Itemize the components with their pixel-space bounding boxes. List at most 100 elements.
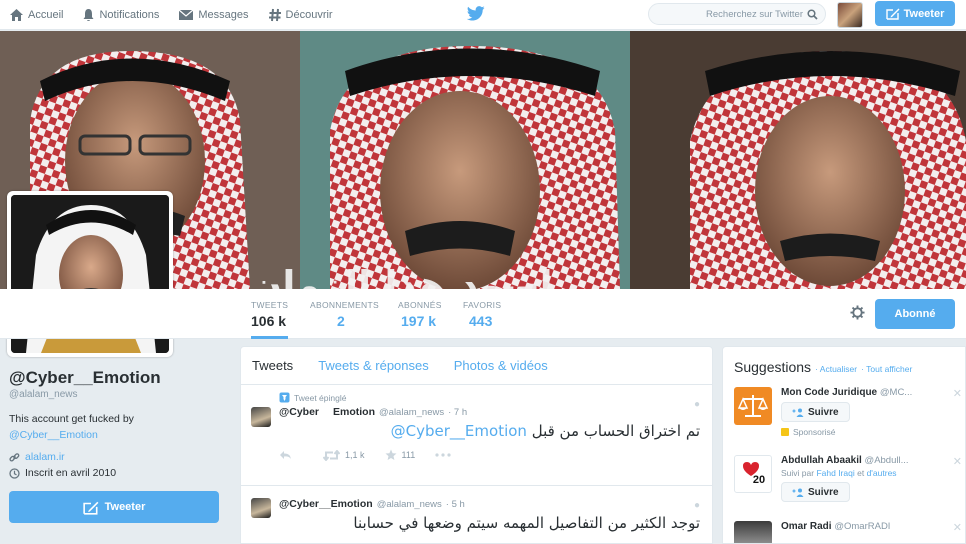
tweet-avatar[interactable] <box>251 407 271 427</box>
nav-messages[interactable]: Messages <box>178 9 249 21</box>
tab-photos-videos[interactable]: Photos & vidéos <box>454 358 548 373</box>
compose-icon <box>82 501 99 515</box>
nav-discover[interactable]: Découvrir <box>268 8 333 22</box>
tweet-text: توجد الكثير من التفاصيل المهمه سيتم وضعه… <box>353 514 700 532</box>
nav-home[interactable]: Accueil <box>9 8 63 22</box>
retweet-action[interactable]: 1,1 k <box>323 449 365 461</box>
retweet-count: 1,1 k <box>345 450 365 460</box>
pinned-label: Tweet épinglé <box>279 385 700 403</box>
stat-following-label: ABONNEMENTS <box>310 300 379 310</box>
tweet-time[interactable]: · 5 h <box>446 499 465 510</box>
tweet-author-name-part1[interactable]: @Cyber <box>279 406 319 418</box>
tweet-author-handle[interactable]: @alalam_news <box>377 499 442 510</box>
suggestion-avatar[interactable]: 20 <box>734 455 772 493</box>
tweet-actions: 1,1 k 111 <box>279 448 700 462</box>
gear-icon[interactable] <box>850 305 865 320</box>
reply-action[interactable] <box>279 450 297 460</box>
nav-notifications[interactable]: Notifications <box>82 8 159 22</box>
suggestion-name-line[interactable]: Abdullah Abaakil @Abdull... <box>781 455 946 466</box>
user-avatar[interactable] <box>837 2 863 28</box>
suggestions-refresh-link[interactable]: · Actualiser <box>815 364 857 374</box>
tweet-time[interactable]: · 7 h <box>448 407 467 418</box>
tweet-options-icon[interactable]: ● <box>694 399 700 410</box>
add-user-icon <box>792 408 804 417</box>
favorite-action[interactable]: 111 <box>385 449 416 461</box>
tab-tweets[interactable]: Tweets <box>252 358 293 373</box>
twitter-bird-logo-icon[interactable] <box>467 6 485 21</box>
following-button[interactable]: Abonné <box>875 299 955 329</box>
hashtag-icon <box>268 8 281 21</box>
stat-following[interactable]: ABONNEMENTS 2 <box>310 300 379 329</box>
dismiss-icon[interactable]: ✕ <box>953 521 962 534</box>
profile-bio: This account get fucked by @Cyber__Emoti… <box>9 411 234 443</box>
more-dots-icon <box>435 453 451 457</box>
stat-followers[interactable]: ABONNÉS 197 k <box>398 300 442 329</box>
stat-favorites-label: FAVORIS <box>463 300 502 310</box>
tweet-to-user-button[interactable]: Tweeter <box>9 491 219 523</box>
suggestion-avatar[interactable] <box>734 387 772 425</box>
promoted-icon <box>781 428 789 436</box>
tweet-text: تم اختراق الحساب من قبل @Cyber__Emotion <box>279 422 700 440</box>
stat-favorites-value: 443 <box>469 313 493 329</box>
search-icon[interactable] <box>807 9 818 20</box>
tweet-author-name[interactable]: @Cyber__Emotion <box>279 498 373 510</box>
tweet-compose-button[interactable]: Tweeter <box>875 1 955 26</box>
suggestions-view-all-link[interactable]: · Tout afficher <box>861 364 912 374</box>
tweet-mention[interactable]: @Cyber__Emotion <box>391 422 527 440</box>
suggestion-name-line[interactable]: Mon Code Juridique @MC... <box>781 387 946 398</box>
followed-by-others[interactable]: d'autres <box>867 468 897 478</box>
followed-by-line: Suivi par Fahd Iraqi et d'autres <box>781 468 946 478</box>
profile-website[interactable]: alalam.ir <box>9 451 234 463</box>
suggestion-avatar[interactable] <box>734 521 772 543</box>
suggestions-title: Suggestions <box>734 359 812 375</box>
stat-tweets-label: TWEETS <box>251 300 289 310</box>
profile-bio-mention[interactable]: @Cyber__Emotion <box>9 427 234 443</box>
followed-by-user[interactable]: Fahd Iraqi <box>816 468 854 478</box>
tweet-author-handle[interactable]: @alalam_news <box>379 407 444 418</box>
profile-card: @Cyber__Emotion @alalam_news This accoun… <box>9 368 234 479</box>
calendar-clock-icon <box>9 467 20 479</box>
search-placeholder: Recherchez sur Twitter <box>706 8 803 20</box>
nav-discover-label: Découvrir <box>285 8 333 21</box>
tweet-avatar[interactable] <box>251 498 271 518</box>
profile-website-link[interactable]: alalam.ir <box>25 451 65 463</box>
dismiss-icon[interactable]: ✕ <box>953 455 962 468</box>
suggestion-name: Mon Code Juridique <box>781 387 878 398</box>
suggestion-handle: @Abdull... <box>864 455 909 466</box>
tweet-pinned[interactable]: Tweet épinglé @Cyber Emotion @alalam_new… <box>241 385 712 486</box>
dismiss-icon[interactable]: ✕ <box>953 387 962 400</box>
stat-favorites[interactable]: FAVORIS 443 <box>463 300 501 329</box>
followed-by-and: et <box>857 468 865 478</box>
suggestion-handle: @MC... <box>879 387 913 398</box>
retweet-icon <box>323 449 340 461</box>
more-action[interactable] <box>435 453 456 457</box>
nav-home-label: Accueil <box>28 8 64 21</box>
tweet-compose-label: Tweeter <box>903 7 945 20</box>
tweet-author-name-part2[interactable]: Emotion <box>333 406 375 418</box>
profile-bio-text: This account get fucked by <box>9 413 134 425</box>
suggestion-name: Omar Radi <box>781 521 832 532</box>
avatar-badge-number: 20 <box>753 474 765 486</box>
star-icon <box>385 449 397 460</box>
profile-handle[interactable]: @alalam_news <box>9 389 234 400</box>
profile-joined-text: Inscrit en avril 2010 <box>25 467 117 479</box>
follow-button[interactable]: Suivre <box>781 482 850 502</box>
nav-notifications-label: Notifications <box>99 8 160 21</box>
suggestion-name-line[interactable]: Omar Radi @OmarRADI <box>781 521 946 532</box>
tweet[interactable]: @Cyber__Emotion @alalam_news · 5 h ● توج… <box>241 486 712 543</box>
stat-following-value: 2 <box>337 313 345 329</box>
profile-stats-bar: TWEETS 106 k ABONNEMENTS 2 ABONNÉS 197 k… <box>0 289 966 339</box>
follow-button-label: Suivre <box>808 406 839 418</box>
follow-button[interactable]: Suivre <box>781 402 850 422</box>
tweet-options-icon[interactable]: ● <box>694 500 700 511</box>
heart-badge-icon: 20 <box>743 462 765 486</box>
stat-followers-value: 197 k <box>401 313 437 329</box>
stat-tweets[interactable]: TWEETS 106 k <box>251 300 289 339</box>
search-input[interactable]: Recherchez sur Twitter <box>648 3 826 25</box>
timeline: Tweets Tweets & réponses Photos & vidéos… <box>240 346 713 544</box>
profile-joined: Inscrit en avril 2010 <box>9 467 234 479</box>
tab-tweets-replies[interactable]: Tweets & réponses <box>318 358 429 373</box>
link-icon <box>9 452 20 461</box>
favorite-count: 111 <box>401 450 416 460</box>
scales-icon <box>737 395 769 417</box>
